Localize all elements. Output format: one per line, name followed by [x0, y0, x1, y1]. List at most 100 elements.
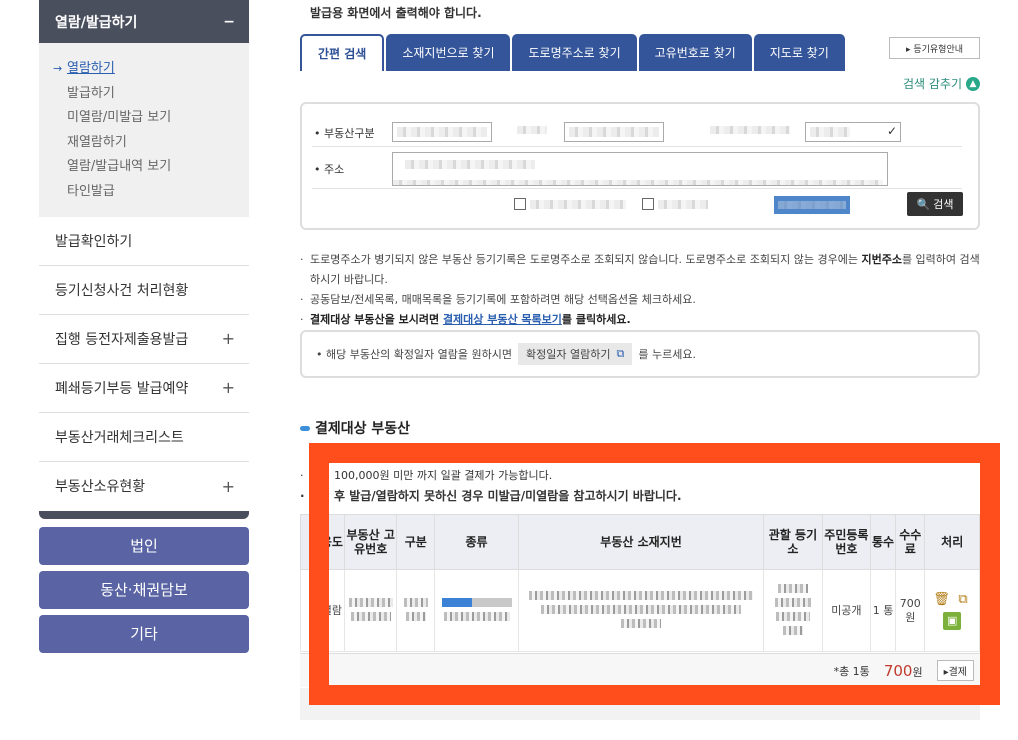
tab-map[interactable]: 지도로 찾기 — [753, 34, 845, 71]
chevron-up-icon: ▲ — [966, 76, 980, 91]
sidebar-item-label: 폐쇄등기부등 발급예약 — [55, 380, 189, 397]
col-count: 통수 — [869, 514, 897, 570]
blurred-label — [517, 126, 547, 134]
submenu-item-review[interactable]: 재열람하기 — [55, 131, 249, 156]
submenu-item-view[interactable]: 열람하기 — [53, 57, 249, 82]
cell-use: 열람 — [318, 569, 346, 652]
region-select[interactable]: ✓ — [805, 122, 901, 142]
address-input[interactable] — [392, 152, 888, 186]
search-button-label: 검색 — [933, 198, 954, 211]
corporation-button[interactable]: 법인 — [39, 526, 249, 565]
col-unique-number: 부동산 고유번호 — [343, 514, 398, 570]
notes: 도로명주소가 병기되지 않은 부동산 등기기록은 도로명주소로 조회되지 않습니… — [300, 250, 980, 330]
submenu-item-other-issue[interactable]: 타인발급 — [55, 180, 249, 205]
sidebar-item-electronic[interactable]: 집행 등전자제출용발급 + — [39, 315, 249, 364]
cell-resident-number: 미공개 — [821, 569, 871, 652]
sidebar: 열람/발급하기 − 열람하기 발급하기 미열람/미발급 보기 재열람하기 열람/… — [39, 0, 249, 653]
col-use: 용도 — [318, 514, 346, 570]
sidebar-item-label: 집행 등전자제출용발급 — [55, 331, 189, 348]
tab-simple-search[interactable]: 간편 검색 — [300, 34, 385, 71]
movable-collateral-button[interactable]: 동산·채권담보 — [39, 570, 249, 609]
tab-road-address[interactable]: 도로명주소로 찾기 — [512, 34, 637, 71]
total-price: 700 — [883, 661, 913, 680]
info-after: 를 누르세요. — [638, 348, 696, 361]
section-title-label: 결제대상 부동산 — [315, 421, 411, 437]
collapse-icon[interactable]: − — [223, 14, 235, 30]
pay-button[interactable]: ▸결제 — [936, 660, 974, 681]
registry-type-guide-button[interactable]: ▸ 등기유형안내 — [889, 37, 980, 59]
cell-fee: 700 원 — [895, 569, 926, 652]
note-road-address: 도로명주소가 병기되지 않은 부동산 등기기록은 도로명주소로 조회되지 않습니… — [300, 250, 980, 290]
property-type-label: • 부동산구분 — [314, 127, 375, 140]
divider — [312, 188, 962, 189]
delete-icon[interactable]: 🗑 — [932, 591, 950, 609]
hide-search-label: 검색 감추기 — [902, 77, 962, 91]
sidebar-head-label: 열람/발급하기 — [55, 14, 138, 31]
col-fee: 수수료 — [895, 514, 926, 570]
pagination-strip — [300, 688, 980, 720]
total-count: *총 1통 — [833, 664, 870, 678]
sidebar-item-issue-check[interactable]: 발급확인하기 — [39, 217, 249, 266]
sidebar-item-label: 부동산소유현황 — [55, 479, 146, 496]
blurred-label — [658, 200, 708, 209]
table-header-row: 용도 부동산 고유번호 구분 종류 부동산 소재지번 관할 등기소 주민등록번호… — [300, 514, 980, 570]
tab-lot-number[interactable]: 소재지번으로 찾기 — [386, 34, 511, 71]
sidebar-item-case-status[interactable]: 등기신청사건 처리현황 — [39, 266, 249, 315]
info-before: • 해당 부동산의 확정일자 열람을 원하시면 — [316, 348, 513, 361]
fixed-date-view-button[interactable]: 확정일자 열람하기 ⧉ — [518, 343, 633, 365]
sidebar-submenu: 열람하기 발급하기 미열람/미발급 보기 재열람하기 열람/발급내역 보기 타인… — [39, 43, 249, 217]
other-button[interactable]: 기타 — [39, 614, 249, 653]
sidebar-item-closed-reserve[interactable]: 폐쇄등기부등 발급예약 + — [39, 364, 249, 413]
plus-icon: + — [221, 476, 235, 496]
hide-search-toggle[interactable]: 검색 감추기 ▲ — [903, 75, 980, 92]
search-button[interactable]: 🔍 검색 — [907, 192, 963, 216]
col-registry-office: 관할 등기소 — [763, 514, 823, 570]
currency: 원 — [912, 665, 923, 679]
sidebar-item-label: 등기신청사건 처리현황 — [55, 282, 189, 299]
blurred-label — [530, 200, 626, 209]
cell-address — [517, 569, 765, 652]
payment-list-link[interactable]: 결제대상 부동산 목록보기 — [443, 313, 562, 326]
payment-note-limit: 100,000원 미만 까지 일괄 결제가 가능합니다. — [300, 466, 682, 486]
info-button-label: 확정일자 열람하기 — [526, 348, 611, 361]
search-box: • 부동산구분 ✓ • 주소 🔍 검색 — [300, 102, 980, 230]
checkmark-icon: ✓ — [886, 124, 897, 138]
cell-select[interactable] — [300, 569, 320, 652]
tab-unique-number[interactable]: 고유번호로 찾기 — [638, 34, 752, 71]
blurred-label — [710, 126, 790, 134]
submenu-item-unviewed[interactable]: 미열람/미발급 보기 — [55, 106, 249, 131]
cell-registry-office — [763, 569, 823, 652]
sales-list-checkbox[interactable] — [642, 198, 654, 210]
sidebar-head[interactable]: 열람/발급하기 − — [39, 0, 249, 43]
section-title: 결제대상 부동산 — [300, 418, 410, 438]
sidebar-divider — [39, 510, 249, 519]
submenu-item-history[interactable]: 열람/발급내역 보기 — [55, 155, 249, 180]
total-price-wrap: 700원 — [884, 662, 923, 680]
address-label: • 주소 — [314, 163, 345, 176]
col-select — [300, 514, 320, 570]
col-action: 처리 — [924, 514, 980, 570]
payment-note-unissued: 후 발급/열람하지 못하신 경우 미발급/미열람을 참고하시기 바랍니다. — [300, 486, 682, 506]
cell-count: 1 통 — [869, 569, 897, 652]
road-address-button[interactable] — [774, 196, 850, 214]
sidebar-item-ownership[interactable]: 부동산소유현황 + — [39, 462, 249, 511]
cell-action: 🗑 ⧉ ▣ — [924, 569, 980, 652]
sidebar-item-checklist[interactable]: 부동산거래체크리스트 — [39, 413, 249, 462]
plus-icon: + — [221, 378, 235, 398]
fixed-date-info-box: • 해당 부동산의 확정일자 열람을 원하시면 확정일자 열람하기 ⧉ 를 누르… — [300, 330, 980, 378]
view-icon[interactable]: ▣ — [943, 612, 962, 630]
submenu-item-issue[interactable]: 발급하기 — [55, 82, 249, 107]
search-icon: 🔍 — [916, 197, 931, 211]
property-type-select[interactable] — [392, 122, 492, 142]
col-kind: 종류 — [434, 514, 519, 570]
sidebar-item-label: 발급확인하기 — [55, 233, 133, 250]
cell-category — [396, 569, 436, 652]
payment-table: 용도 부동산 고유번호 구분 종류 부동산 소재지번 관할 등기소 주민등록번호… — [300, 514, 980, 652]
note-options: 공동담보/전세목록, 매매목록을 등기기록에 포함하려면 해당 선택옵션을 체크… — [300, 290, 980, 310]
joint-collateral-checkbox[interactable] — [514, 198, 526, 210]
col-resident-number: 주민등록번호 — [821, 514, 871, 570]
col-category: 구분 — [396, 514, 436, 570]
copy-icon[interactable]: ⧉ — [954, 591, 972, 609]
search-tabs: 간편 검색 소재지번으로 찾기 도로명주소로 찾기 고유번호로 찾기 지도로 찾… — [300, 34, 847, 71]
status-select[interactable] — [564, 122, 664, 142]
